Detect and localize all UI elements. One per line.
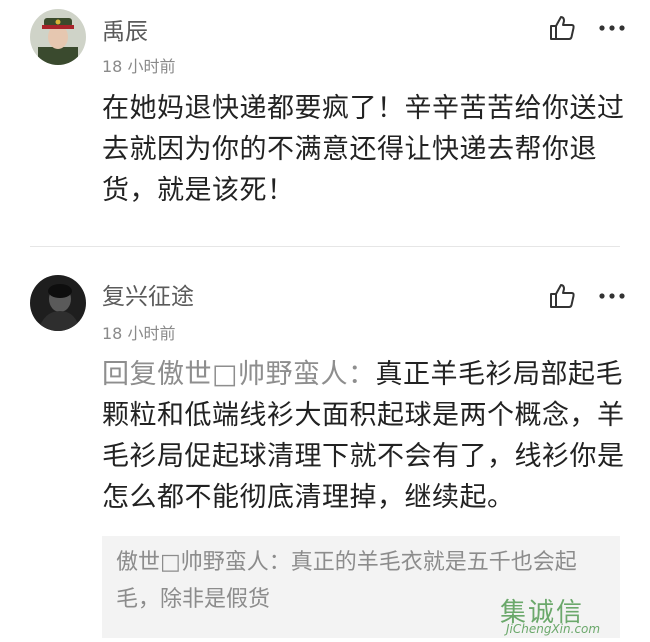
comment-item: 复兴征途 18 小时前 回复傲世□帅野蛮人：真正羊毛衫局部起毛颗粒和低端线衫大面… — [0, 247, 650, 642]
comment-body: 在她妈退快递都要疯了！辛辛苦苦给你送过去就因为你的不满意还得让快递去帮你退货，就… — [102, 93, 625, 206]
avatar[interactable] — [30, 9, 86, 65]
comment-item: 禹辰 18 小时前 在她妈退快递都要疯了！辛辛苦苦给你送过去就因为你的不满意还得… — [0, 0, 650, 246]
thumbs-up-icon[interactable] — [548, 14, 576, 42]
comment-actions — [548, 12, 626, 44]
username[interactable]: 复兴征途 — [102, 277, 194, 311]
watermark-logo: 集诚信 JiChengXin.com — [494, 592, 644, 638]
more-dots-icon[interactable] — [598, 24, 626, 32]
more-dots-icon[interactable] — [598, 292, 626, 300]
comment-text: 在她妈退快递都要疯了！辛辛苦苦给你送过去就因为你的不满意还得让快递去帮你退货，就… — [102, 88, 628, 211]
timestamp: 18 小时前 — [102, 57, 176, 76]
thumbs-up-icon[interactable] — [548, 282, 576, 310]
comment-text: 回复傲世□帅野蛮人：真正羊毛衫局部起毛颗粒和低端线衫大面积起球是两个概念，羊毛衫… — [102, 354, 628, 518]
watermark-subtext: JiChengXin.com — [506, 622, 601, 636]
reply-prefix[interactable]: 回复傲世□帅野蛮人： — [102, 359, 376, 390]
username[interactable]: 禹辰 — [102, 12, 148, 46]
comment-actions — [548, 280, 626, 312]
avatar[interactable] — [30, 275, 86, 331]
timestamp: 18 小时前 — [102, 324, 176, 343]
